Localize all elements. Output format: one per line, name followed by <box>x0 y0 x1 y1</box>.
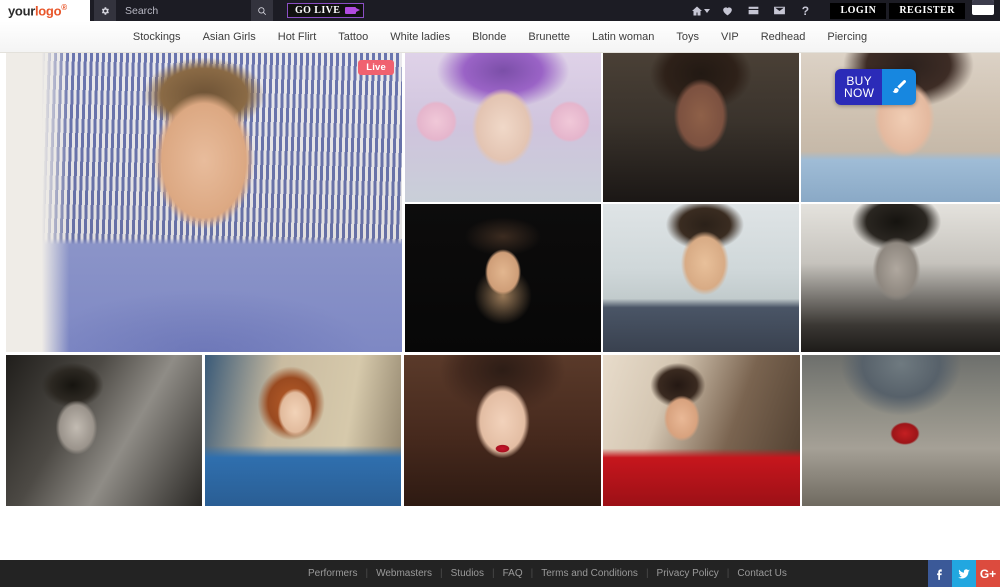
header-icon-group: ? <box>684 0 818 21</box>
performer-tile-snow-red-outfit[interactable] <box>802 355 1000 506</box>
facebook-icon[interactable] <box>928 560 952 587</box>
performer-thumbnail-purple-hair-headphones <box>405 53 601 202</box>
gear-icon-glyph <box>101 6 109 15</box>
performer-thumbnail-dark-portrait-woman <box>603 53 799 202</box>
site-footer: Performers | Webmasters | Studios | FAQ | Terms … <box>0 560 1000 587</box>
credit-card-icon-glyph <box>748 6 759 15</box>
nav-item-brunette[interactable]: Brunette <box>528 31 570 43</box>
twitter-icon[interactable] <box>952 560 976 587</box>
nav-item-stockings[interactable]: Stockings <box>133 31 181 43</box>
auth-buttons: LOGIN REGISTER <box>830 0 965 21</box>
performer-thumbnail-bw-curly-man <box>6 355 202 506</box>
search-icon-glyph <box>258 6 267 15</box>
nav-item-blonde[interactable]: Blonde <box>472 31 506 43</box>
facebook-icon-glyph <box>937 568 942 580</box>
footer-link-list: Performers | Webmasters | Studios | FAQ | Terms … <box>300 568 795 579</box>
logo-text-part1: your <box>8 3 35 19</box>
performer-thumbnail-snow-red-outfit <box>802 355 1000 506</box>
chevron-down-icon[interactable] <box>704 8 711 13</box>
performer-tile-glam-woman-denim[interactable]: BUY NOW <box>801 53 1000 202</box>
gear-icon[interactable] <box>94 0 116 21</box>
footer-link-faq[interactable]: FAQ <box>495 568 531 579</box>
performer-tile-purple-hair-headphones[interactable] <box>405 53 601 202</box>
category-nav: Stockings Asian Girls Hot Flirt Tattoo W… <box>0 21 1000 53</box>
login-button[interactable]: LOGIN <box>830 2 887 19</box>
nav-item-latin-woman[interactable]: Latin woman <box>592 31 654 43</box>
performer-tile-dark-portrait-woman[interactable] <box>603 53 799 202</box>
search-icon[interactable] <box>251 0 273 21</box>
nav-item-vip[interactable]: VIP <box>721 31 739 43</box>
nav-item-toys[interactable]: Toys <box>676 31 699 43</box>
footer-link-performers[interactable]: Performers <box>300 568 365 579</box>
help-icon-glyph: ? <box>801 3 810 18</box>
credit-card-icon[interactable] <box>740 0 766 21</box>
logo-text-part2: logo <box>34 3 62 19</box>
performer-thumbnail-smiling-man-outdoors <box>603 204 799 352</box>
performer-grid: Live BUY NOW <box>0 53 1000 510</box>
home-icon-glyph <box>692 6 703 15</box>
register-button[interactable]: REGISTER <box>889 2 965 19</box>
twitter-icon-glyph <box>958 568 970 578</box>
performer-thumbnail-featured-man-striped-shirt <box>6 53 402 352</box>
language-flag-selector[interactable] <box>972 0 994 15</box>
nav-item-redhead[interactable]: Redhead <box>761 31 806 43</box>
nav-item-white-ladies[interactable]: White ladies <box>390 31 450 43</box>
performer-thumbnail-woman-desk-red-laptop <box>603 355 800 506</box>
performer-tile-redhead-tattoo[interactable] <box>205 355 401 506</box>
paint-brush-icon <box>882 69 917 105</box>
performer-tile-red-lips-woman[interactable] <box>404 355 601 506</box>
performer-tile-bw-man-portrait[interactable] <box>801 204 1000 352</box>
video-camera-icon <box>345 7 361 14</box>
nav-item-tattoo[interactable]: Tattoo <box>338 31 368 43</box>
heart-icon-glyph <box>723 7 732 16</box>
envelope-icon[interactable] <box>766 0 792 21</box>
nav-item-hot-flirt[interactable]: Hot Flirt <box>278 31 317 43</box>
heart-icon[interactable] <box>714 0 740 21</box>
performer-thumbnail-bw-man-portrait <box>801 204 1000 352</box>
logo-registered-mark: ® <box>61 2 67 12</box>
footer-link-privacy-policy[interactable]: Privacy Policy <box>649 568 727 579</box>
search-field-wrapper[interactable] <box>116 0 251 21</box>
performer-tile-featured-man-striped-shirt[interactable]: Live <box>6 53 402 352</box>
performer-tile-bw-curly-man[interactable] <box>6 355 202 506</box>
performer-thumbnail-woman-arms-up-black <box>405 204 601 352</box>
live-badge: Live <box>358 60 394 75</box>
logo-text: yourlogo® <box>8 3 67 18</box>
envelope-icon-glyph <box>774 6 785 15</box>
nav-item-piercing[interactable]: Piercing <box>827 31 867 43</box>
google-plus-icon[interactable]: G+ <box>976 560 1000 587</box>
buy-now-button[interactable]: BUY NOW <box>835 69 917 105</box>
footer-link-terms-and-conditions[interactable]: Terms and Conditions <box>533 568 646 579</box>
performer-tile-woman-arms-up-black[interactable] <box>405 204 601 352</box>
go-live-label: GO LIVE <box>295 5 341 16</box>
go-live-button[interactable]: GO LIVE <box>287 3 365 18</box>
top-header-bar: yourlogo® GO LIVE <box>0 0 1000 21</box>
help-icon[interactable]: ? <box>792 0 818 21</box>
footer-link-studios[interactable]: Studios <box>443 568 492 579</box>
buy-now-label: BUY NOW <box>835 69 883 105</box>
performer-tile-woman-desk-red-laptop[interactable] <box>603 355 800 506</box>
footer-link-webmasters[interactable]: Webmasters <box>368 568 440 579</box>
social-links: G+ <box>928 560 1000 587</box>
nav-item-asian-girls[interactable]: Asian Girls <box>203 31 256 43</box>
performer-tile-smiling-man-outdoors[interactable] <box>603 204 799 352</box>
header-spacer <box>364 0 684 21</box>
performer-thumbnail-redhead-tattoo <box>205 355 401 506</box>
search-input[interactable] <box>125 4 251 17</box>
footer-link-contact-us[interactable]: Contact Us <box>729 568 794 579</box>
site-logo[interactable]: yourlogo® <box>0 0 90 21</box>
performer-thumbnail-red-lips-woman <box>404 355 601 506</box>
